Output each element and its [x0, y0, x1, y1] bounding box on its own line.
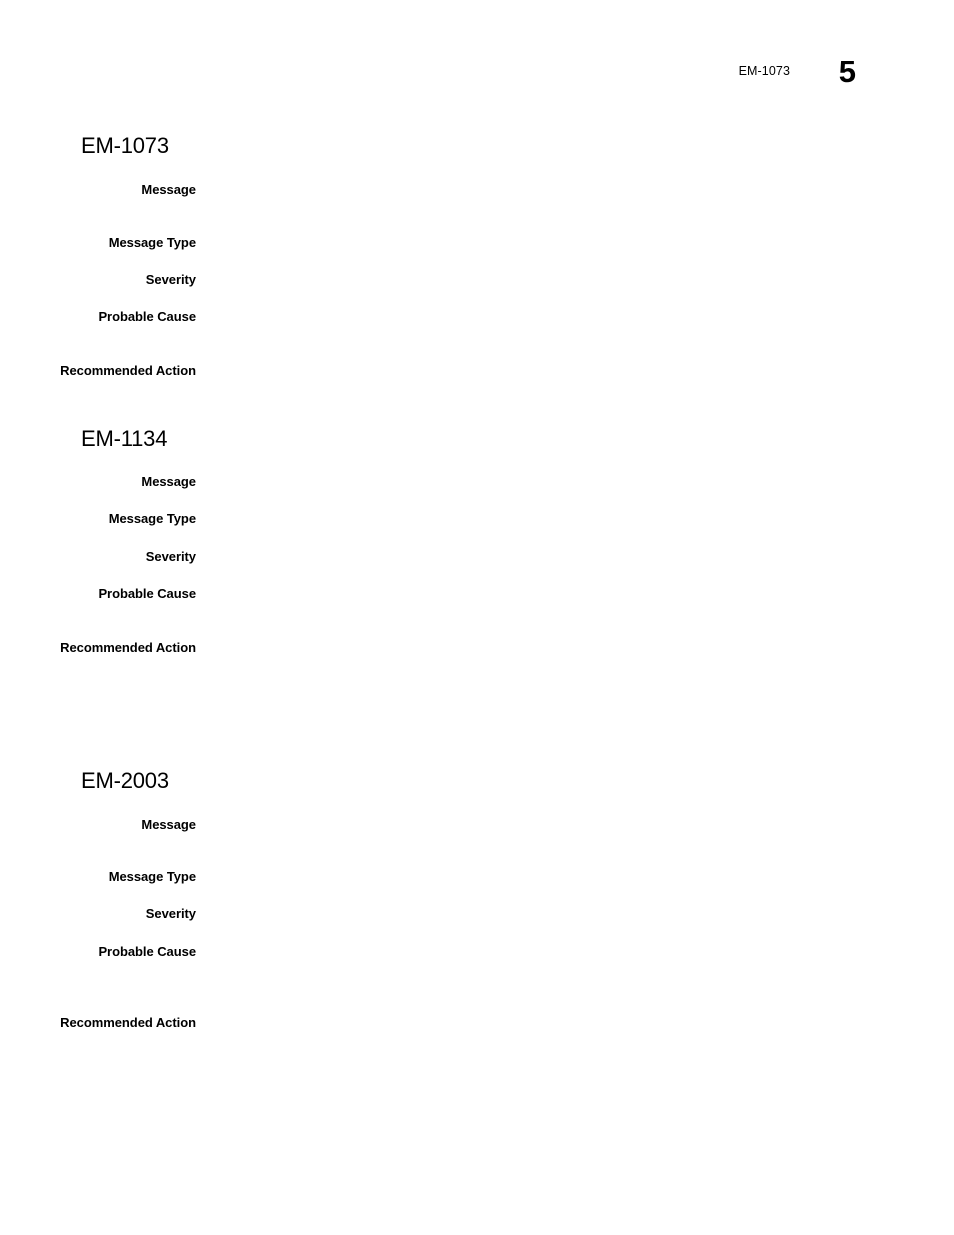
- running-header: EM-1073 5: [0, 54, 954, 98]
- field-label-message: Message: [141, 474, 196, 489]
- field-label-severity: Severity: [145, 272, 196, 287]
- field-value-probable-cause: [214, 308, 894, 326]
- field-label-severity: Severity: [145, 549, 196, 564]
- field-label-message: Message: [141, 817, 196, 832]
- field-label-recommended-action: Recommended Action: [60, 363, 196, 378]
- field-label-severity: Severity: [145, 906, 196, 921]
- field-value-message-type: [214, 868, 894, 886]
- section-heading-em-1134: EM-1134: [81, 426, 168, 451]
- field-label-probable-cause: Probable Cause: [98, 944, 196, 959]
- field-value-recommended-action: [214, 362, 894, 380]
- header-page-number: 5: [838, 54, 856, 89]
- field-label-recommended-action: Recommended Action: [60, 640, 196, 655]
- field-value-message: [214, 181, 894, 199]
- field-label-probable-cause: Probable Cause: [98, 309, 196, 324]
- field-value-severity: [214, 905, 894, 923]
- field-value-message-type: [214, 510, 894, 528]
- field-value-severity: [214, 548, 894, 566]
- field-label-recommended-action: Recommended Action: [60, 1015, 196, 1030]
- field-value-message: [214, 473, 894, 491]
- field-label-probable-cause: Probable Cause: [98, 586, 196, 601]
- field-value-recommended-action: [214, 1014, 894, 1032]
- field-value-recommended-action: [214, 639, 894, 657]
- section-heading-em-2003: EM-2003: [81, 768, 169, 793]
- field-value-message-type: [214, 234, 894, 252]
- field-value-probable-cause: [214, 943, 894, 961]
- field-value-message: [214, 816, 894, 834]
- field-label-message-type: Message Type: [108, 869, 196, 884]
- field-value-severity: [214, 271, 894, 289]
- field-value-probable-cause: [214, 585, 894, 603]
- document-page: EM-1073 5 EM-1073 Message Message Type Seve…: [0, 0, 954, 1235]
- field-label-message-type: Message Type: [108, 511, 196, 526]
- field-label-message-type: Message Type: [108, 235, 196, 250]
- header-document-id: EM-1073: [738, 64, 790, 78]
- field-label-message: Message: [141, 182, 196, 197]
- section-heading-em-1073: EM-1073: [81, 133, 169, 158]
